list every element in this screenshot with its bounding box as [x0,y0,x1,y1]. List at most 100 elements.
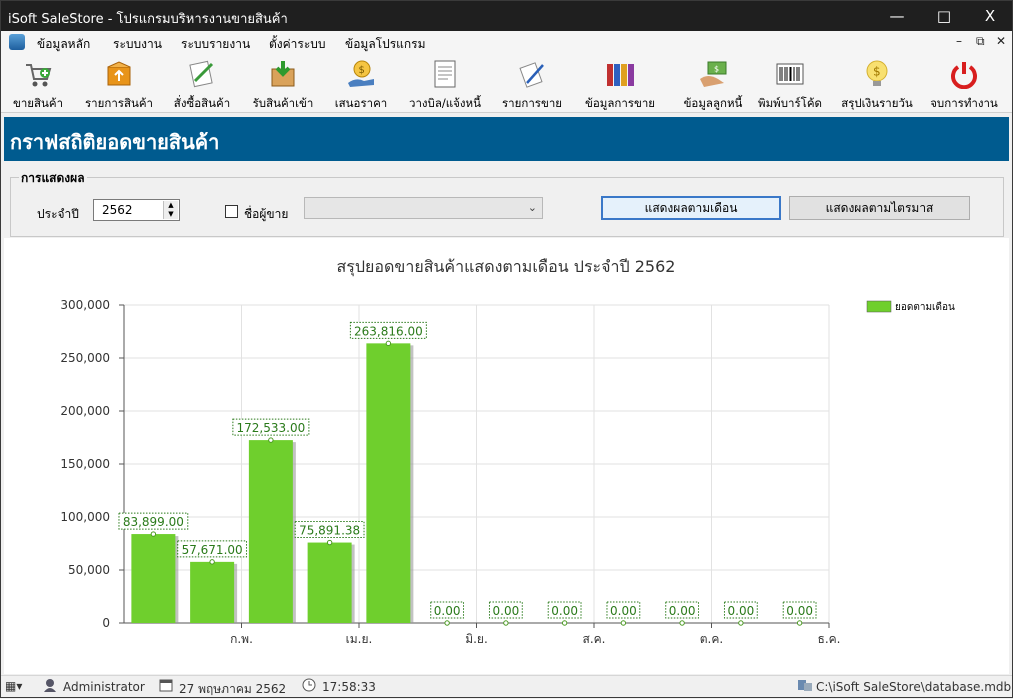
y-tick-label: 0 [102,616,110,630]
x-tick-label: ก.พ. [230,632,253,646]
mdi-minimize-button[interactable]: – [956,34,962,48]
menu-bar: ข้อมูลหลัก ระบบงาน ระบบรายงาน ตั้งค่าระบ… [1,31,1012,53]
toolbar-label: เสนอราคา [334,96,388,110]
toolbar: ขายสินค้า รายการสินค้า สั่งซื้อสินค้า รั… [1,53,1012,113]
menu-reports[interactable]: ระบบรายงาน [181,35,250,54]
data-label: 0.00 [669,604,696,618]
data-point [150,531,157,537]
status-db-path: C:\iSoft SaleStore\database.mdb [816,680,1012,694]
menu-settings[interactable]: ตั้งค่าระบบ [269,35,326,54]
toolbar-exit-button[interactable]: จบการทำงาน [927,57,1001,111]
chevron-down-icon[interactable]: ⌄ [528,201,537,214]
toolbar-sales-data-button[interactable]: ข้อมูลการขาย [579,57,661,111]
data-point [620,620,627,626]
toolbar-quote-button[interactable]: $ เสนอราคา [331,57,391,111]
toolbar-label: ข้อมูลลูกหนี้ [683,96,743,110]
bar [131,534,176,623]
app-window: iSoft SaleStore - โปรแกรมบริหารงานขายสิน… [0,0,1013,698]
power-icon [949,59,979,90]
page-title: กราฟสถิติยอดขายสินค้า [10,130,220,154]
toolbar-debtor-button[interactable]: $ ข้อมูลลูกหนี้ [673,57,753,111]
bar [366,343,411,623]
toolbar-sales-list-button[interactable]: รายการขาย [499,57,565,111]
data-label: 0.00 [786,604,813,618]
binders-icon [605,59,635,89]
toolbar-label: รายการขาย [501,96,563,110]
svg-text:$: $ [359,65,365,76]
user-icon [43,678,57,695]
y-tick-label: 300,000 [60,298,110,312]
menu-master-data[interactable]: ข้อมูลหลัก [37,35,90,54]
show-by-month-button[interactable]: แสดงผลตามเดือน [601,196,781,220]
app-menu-icon[interactable] [9,34,25,50]
chevron-down-icon[interactable]: ▼ [164,210,178,219]
toolbar-order-button[interactable]: สั่งซื้อสินค้า [167,57,237,111]
toolbar-label: พิมพ์บาร์โค้ด [757,96,822,110]
toolbar-barcode-button[interactable]: พิมพ์บาร์โค้ด [753,57,827,111]
minimize-button[interactable]: — [874,1,920,31]
invoice-icon [430,59,460,89]
toolbar-label: รับสินค้าเข้า [252,96,314,110]
toolbar-daily-summary-button[interactable]: $ สรุปเงินรายวัน [835,57,919,111]
data-point [385,340,392,347]
seller-checkbox[interactable] [225,205,238,218]
y-tick-label: 100,000 [60,510,110,524]
year-stepper-arrows[interactable]: ▲ ▼ [163,201,178,219]
show-by-quarter-button[interactable]: แสดงผลตามไตรมาส [789,196,970,220]
page-header: กราฟสถิติยอดขายสินค้า [4,117,1009,161]
data-label: 263,816.00 [354,324,423,338]
chevron-up-icon[interactable]: ▲ [164,201,178,210]
bar [190,561,235,623]
toolbar-receive-button[interactable]: รับสินค้าเข้า [249,57,317,111]
lightbulb-icon: $ [862,59,892,89]
svg-text:$: $ [714,65,719,74]
close-button[interactable]: X [967,1,1013,31]
legend-label: ยอดตามเดือน [895,301,955,313]
toolbar-invoice-button[interactable]: วางบิล/แจ้งหนี้ [403,57,487,111]
chart-title: สรุปยอดขายสินค้าแสดงตามเดือน ประจำปี 256… [337,257,676,277]
year-stepper[interactable]: 2562 ▲ ▼ [93,199,180,221]
receive-icon [268,59,298,89]
toolbar-label: รายการสินค้า [84,96,153,110]
menu-system[interactable]: ระบบงาน [113,35,162,54]
grid-menu-icon[interactable]: ▦▾ [5,679,22,693]
mdi-restore-button[interactable]: ⧉ [976,34,985,49]
data-point [738,620,744,626]
title-bar: iSoft SaleStore - โปรแกรมบริหารงานขายสิน… [1,1,1012,31]
y-tick-label: 200,000 [60,404,110,418]
seller-select[interactable]: ⌄ [304,197,543,219]
y-tick-label: 50,000 [68,563,110,577]
status-user: Administrator [63,680,145,694]
year-value[interactable]: 2562 [102,203,133,217]
data-point [326,539,333,546]
x-tick-label: ส.ค. [583,632,606,646]
data-label: 0.00 [493,604,520,618]
sales-list-icon [517,59,547,89]
toolbar-label: จบการทำงาน [930,96,998,110]
toolbar-products-button[interactable]: รายการสินค้า [81,57,157,111]
seller-label: ชื่อผู้ขาย [244,207,289,221]
calendar-icon [159,678,173,695]
status-date: 27 พฤษภาคม 2562 [179,682,287,696]
data-label: 57,671.00 [182,543,243,557]
toolbar-label: วางบิล/แจ้งหนี้ [409,96,481,110]
group-label: การแสดงผล [19,169,87,188]
status-bar: ▦▾ Administrator 27 พฤษภาคม 2562 17:58:3… [1,675,1012,697]
barcode-icon [775,59,805,89]
x-tick-label: ต.ค. [700,632,723,646]
toolbar-sell-button[interactable]: ขายสินค้า [7,57,69,111]
mdi-close-button[interactable]: ✕ [996,34,1006,48]
legend-swatch [866,300,892,313]
data-label: 83,899.00 [123,515,184,529]
year-label: ประจำปี [37,207,79,221]
data-point [679,620,685,626]
menu-about[interactable]: ข้อมูลโปรแกรม [345,35,426,54]
status-time: 17:58:33 [322,680,376,694]
debtor-icon: $ [698,59,728,89]
x-tick-label: ธ.ค. [818,632,841,646]
maximize-button[interactable]: □ [921,1,967,31]
bar [248,440,293,623]
data-point [503,620,509,626]
data-point [268,437,274,443]
data-label: 75,891.38 [299,524,360,538]
